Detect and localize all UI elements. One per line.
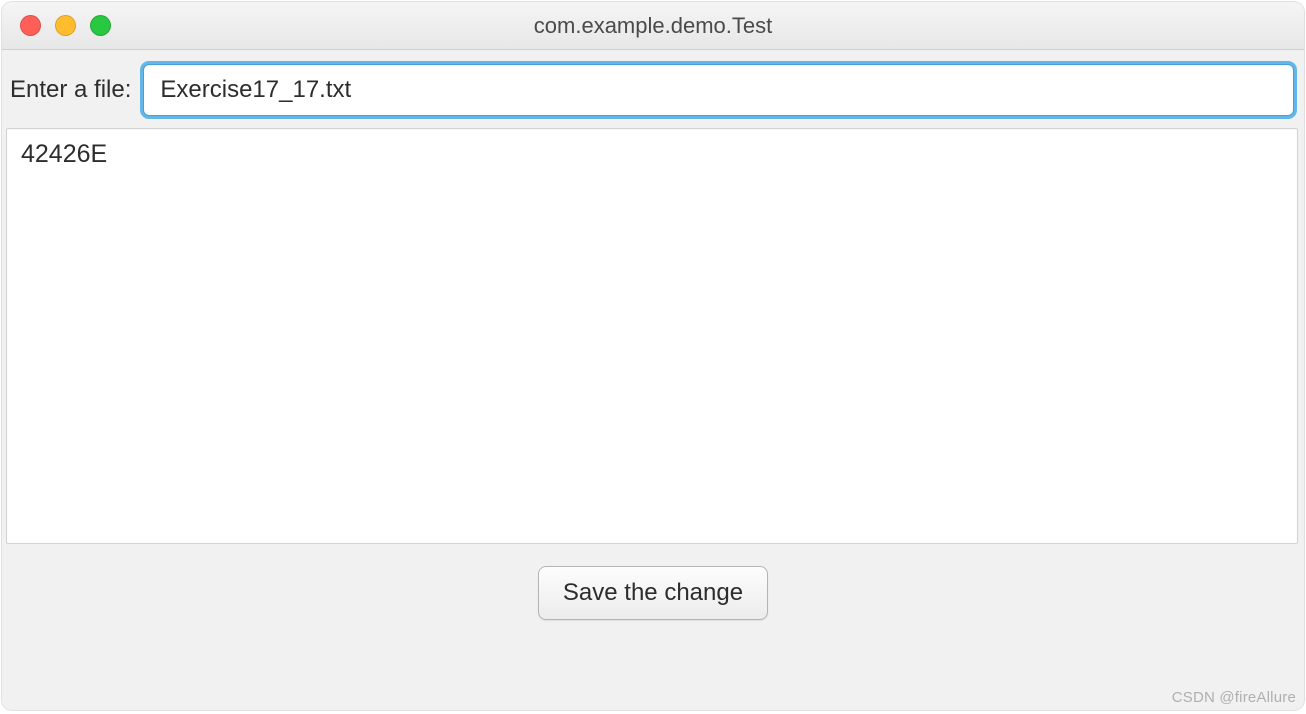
file-input-row: Enter a file: <box>2 50 1304 128</box>
content-area-wrap <box>2 128 1304 548</box>
button-row: Save the change <box>2 548 1304 710</box>
app-window: com.example.demo.Test Enter a file: Save… <box>2 2 1304 710</box>
close-icon[interactable] <box>20 15 41 36</box>
maximize-icon[interactable] <box>90 15 111 36</box>
file-input[interactable] <box>143 64 1294 116</box>
save-button[interactable]: Save the change <box>538 566 768 620</box>
titlebar[interactable]: com.example.demo.Test <box>2 2 1304 50</box>
minimize-icon[interactable] <box>55 15 76 36</box>
watermark: CSDN @fireAllure <box>1172 689 1296 706</box>
file-label: Enter a file: <box>8 76 131 104</box>
content-textarea[interactable] <box>6 128 1298 544</box>
window-controls <box>2 15 111 36</box>
window-title: com.example.demo.Test <box>2 13 1304 39</box>
